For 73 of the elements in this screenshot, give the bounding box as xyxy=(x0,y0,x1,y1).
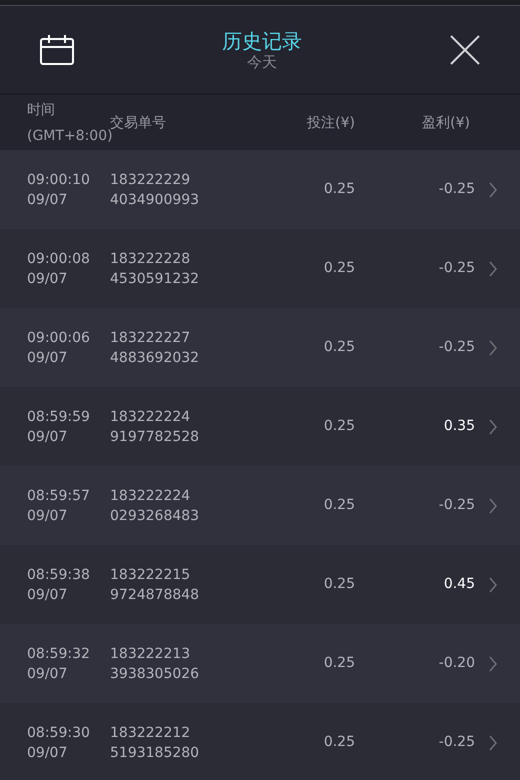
profit-amount: 0.45 xyxy=(444,575,475,594)
order-number: 183222215 xyxy=(110,566,192,584)
history-row[interactable]: 09:00:10 09/07 183222229 4034900993 0.25 -0.25 xyxy=(0,150,520,229)
order-number: 183222227 xyxy=(110,328,192,348)
history-row[interactable]: 08:59:32 09/07 183222213 3938305026 0.25 -0.20 xyxy=(0,624,520,703)
time-text: 08:59:38 xyxy=(27,566,91,584)
date-text: 09/07 xyxy=(27,744,68,762)
time-text: 08:59:57 xyxy=(27,486,91,506)
profit-amount: -0.25 xyxy=(438,733,475,752)
chevron-right-icon[interactable] xyxy=(489,418,497,434)
history-row[interactable]: 09:00:08 09/07 183222228 4530591232 0.25 -0.25 xyxy=(0,229,520,308)
date-text: 09/07 xyxy=(27,506,68,526)
order-number: 0293268483 xyxy=(110,506,200,526)
stake-amount: 0.25 xyxy=(324,733,355,752)
history-row[interactable]: 09:00:06 09/07 183222227 4883692032 0.25 -0.25 xyxy=(0,308,520,387)
history-row[interactable]: 08:59:38 09/07 183222215 9724878848 0.25 0.45 xyxy=(0,545,520,624)
order-number: 4034900993 xyxy=(110,190,200,210)
stake-amount: 0.25 xyxy=(324,259,355,278)
time-text: 08:59:59 xyxy=(27,408,91,426)
time-text: 09:00:10 xyxy=(27,170,91,190)
time-text: 08:59:30 xyxy=(27,724,91,742)
time-text: 08:59:32 xyxy=(27,644,91,664)
order-number: 9724878848 xyxy=(110,586,200,604)
order-number: 4883692032 xyxy=(110,348,200,368)
order-number: 4530591232 xyxy=(110,270,200,288)
time-text: 09:00:06 xyxy=(27,328,91,348)
stake-amount: 0.25 xyxy=(324,180,355,199)
profit-amount: -0.25 xyxy=(438,259,475,278)
time-text: 09:00:08 xyxy=(27,250,91,268)
history-row[interactable]: 08:59:57 09/07 183222224 0293268483 0.25 -0.25 xyxy=(0,466,520,545)
date-text: 09/07 xyxy=(27,270,68,288)
date-text: 09/07 xyxy=(27,664,68,684)
stake-amount: 0.25 xyxy=(324,417,355,436)
history-row[interactable]: 08:59:59 09/07 183222224 9197782528 0.25 0.35 xyxy=(0,387,520,466)
chevron-right-icon[interactable] xyxy=(489,260,497,276)
order-number: 183222229 xyxy=(110,170,192,190)
order-number: 183222213 xyxy=(110,644,192,664)
window-title: 历史记录 xyxy=(222,28,302,52)
order-number: 5193185280 xyxy=(110,744,200,762)
column-header: 交易单号 xyxy=(110,114,167,130)
profit-amount: -0.20 xyxy=(438,654,475,673)
profit-amount: -0.25 xyxy=(438,338,475,357)
date-text: 09/07 xyxy=(27,190,68,210)
close-icon[interactable] xyxy=(450,34,480,64)
stake-amount: 0.25 xyxy=(324,575,355,594)
order-number: 183222212 xyxy=(110,724,192,742)
date-text: 09/07 xyxy=(27,586,68,604)
chevron-right-icon[interactable] xyxy=(489,576,497,592)
column-header: (GMT+8:00) xyxy=(27,128,110,146)
stake-amount: 0.25 xyxy=(324,338,355,357)
calendar-icon[interactable] xyxy=(40,34,74,64)
history-row[interactable]: 08:59:30 09/07 183222212 5193185280 0.25 -0.25 xyxy=(0,703,520,780)
stake-amount: 0.25 xyxy=(324,496,355,515)
order-number: 3938305026 xyxy=(110,664,200,684)
stake-amount: 0.25 xyxy=(324,654,355,673)
profit-amount: 0.35 xyxy=(444,417,475,436)
order-number: 183222228 xyxy=(110,250,192,268)
column-header: 盈利(¥) xyxy=(421,114,470,132)
column-header: 投注(¥) xyxy=(306,114,355,132)
profit-amount: -0.25 xyxy=(438,180,475,199)
chevron-right-icon[interactable] xyxy=(489,182,497,198)
date-text: 09/07 xyxy=(27,348,68,368)
chevron-right-icon[interactable] xyxy=(489,340,497,356)
order-number: 9197782528 xyxy=(110,428,200,446)
date-text: 09/07 xyxy=(27,428,68,446)
order-number: 183222224 xyxy=(110,486,192,506)
chevron-right-icon[interactable] xyxy=(489,498,497,514)
column-header: 时间 xyxy=(27,100,56,120)
chevron-right-icon[interactable] xyxy=(489,734,497,750)
order-number: 183222224 xyxy=(110,408,192,426)
date-filter-label: 今天 xyxy=(247,52,277,70)
chevron-right-icon[interactable] xyxy=(489,656,497,672)
profit-amount: -0.25 xyxy=(438,496,475,515)
